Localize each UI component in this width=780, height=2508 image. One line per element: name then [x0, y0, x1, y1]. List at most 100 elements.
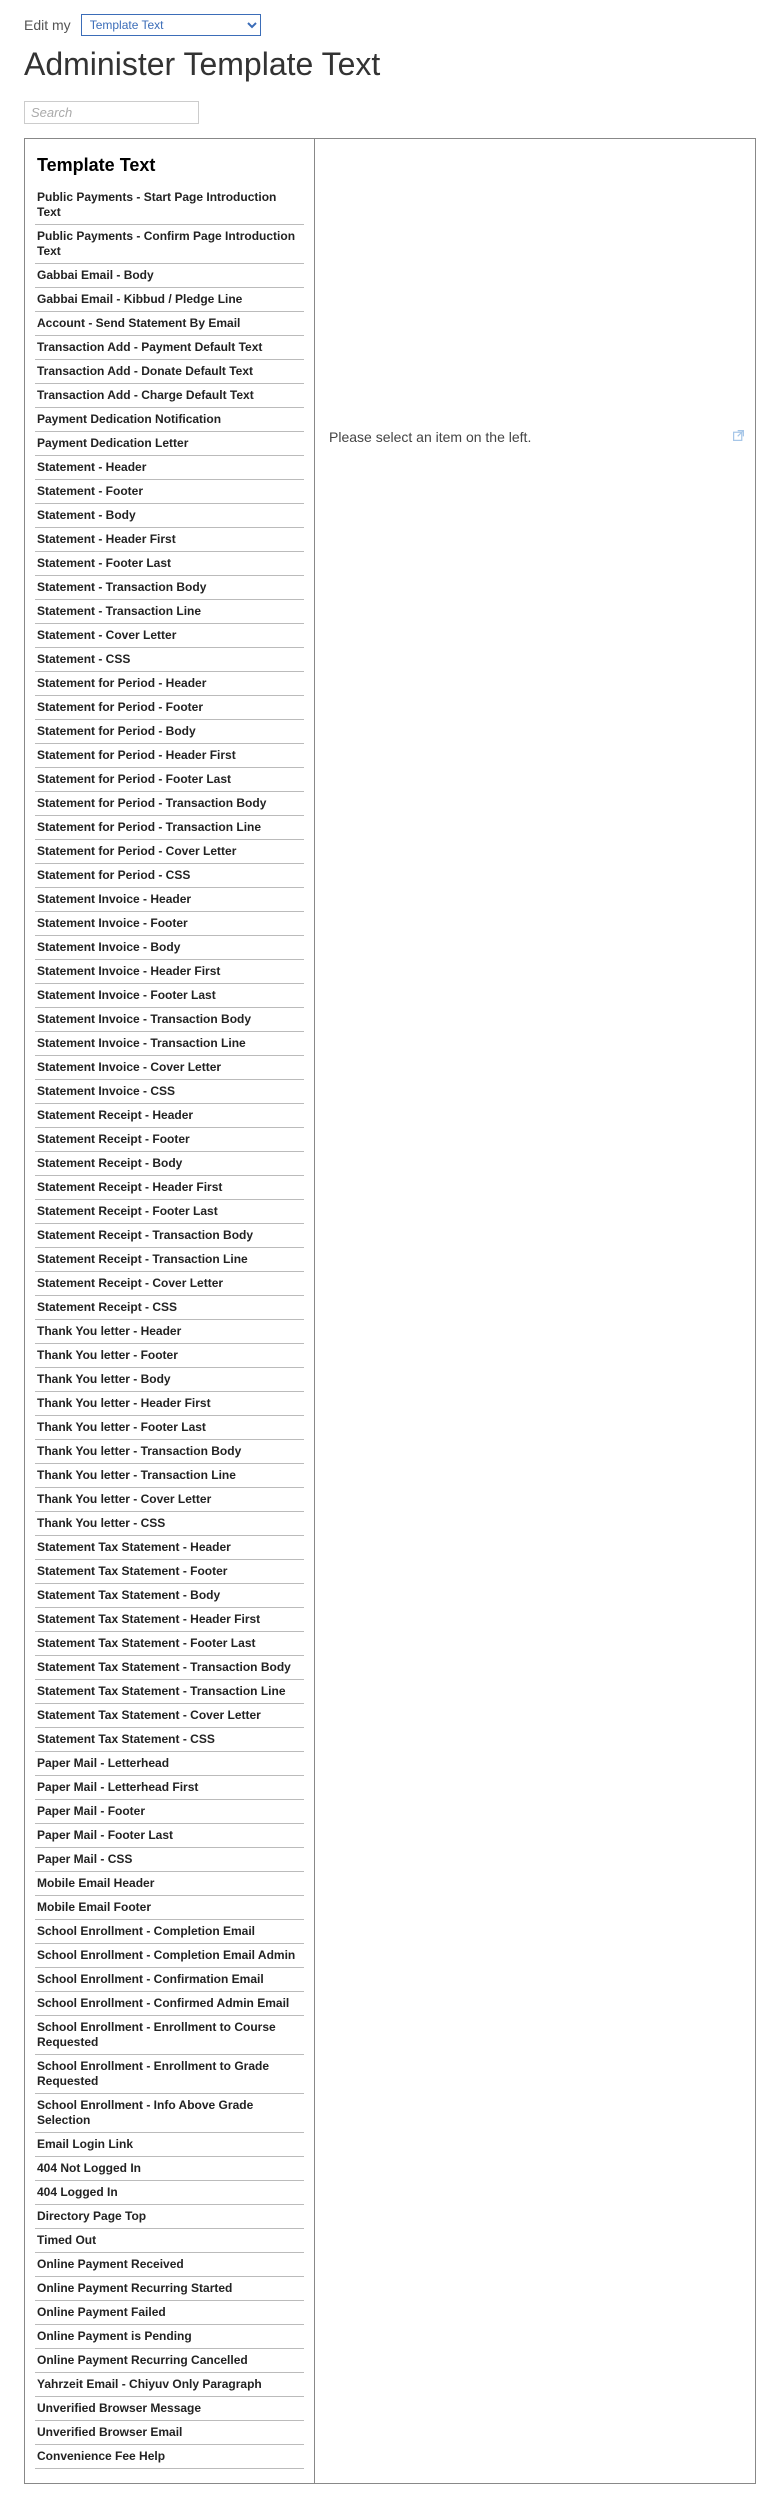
list-item[interactable]: Statement Tax Statement - Transaction Li…: [35, 1680, 304, 1704]
list-item[interactable]: Statement for Period - Transaction Body: [35, 792, 304, 816]
list-item[interactable]: Statement Tax Statement - Footer Last: [35, 1632, 304, 1656]
list-item[interactable]: Gabbai Email - Body: [35, 264, 304, 288]
list-item[interactable]: Statement for Period - Body: [35, 720, 304, 744]
list-item[interactable]: Statement for Period - CSS: [35, 864, 304, 888]
external-link-icon[interactable]: [732, 429, 745, 442]
list-item[interactable]: Transaction Add - Charge Default Text: [35, 384, 304, 408]
topbar-label: Edit my: [24, 17, 71, 33]
list-item[interactable]: Thank You letter - Transaction Body: [35, 1440, 304, 1464]
edit-my-dropdown[interactable]: Template Text: [81, 14, 261, 36]
list-item[interactable]: Mobile Email Footer: [35, 1896, 304, 1920]
list-item[interactable]: Online Payment Received: [35, 2253, 304, 2277]
list-item[interactable]: Public Payments - Confirm Page Introduct…: [35, 225, 304, 264]
list-item[interactable]: Account - Send Statement By Email: [35, 312, 304, 336]
list-item[interactable]: Email Login Link: [35, 2133, 304, 2157]
list-item[interactable]: Paper Mail - Footer: [35, 1800, 304, 1824]
list-item[interactable]: Public Payments - Start Page Introductio…: [35, 186, 304, 225]
list-item[interactable]: Thank You letter - Footer Last: [35, 1416, 304, 1440]
search-input[interactable]: [24, 101, 199, 124]
list-item[interactable]: Statement Receipt - Transaction Body: [35, 1224, 304, 1248]
list-item[interactable]: Statement for Period - Header: [35, 672, 304, 696]
list-item[interactable]: Thank You letter - Transaction Line: [35, 1464, 304, 1488]
list-item[interactable]: Statement Invoice - CSS: [35, 1080, 304, 1104]
list-item[interactable]: Thank You letter - Cover Letter: [35, 1488, 304, 1512]
list-item[interactable]: 404 Logged In: [35, 2181, 304, 2205]
list-item[interactable]: Statement Tax Statement - Header First: [35, 1608, 304, 1632]
list-item[interactable]: Statement - Header First: [35, 528, 304, 552]
list-item[interactable]: Statement Invoice - Cover Letter: [35, 1056, 304, 1080]
list-item[interactable]: Statement Receipt - Header First: [35, 1176, 304, 1200]
list-item[interactable]: Unverified Browser Message: [35, 2397, 304, 2421]
panel-container: Template Text Public Payments - Start Pa…: [24, 138, 756, 2484]
list-item[interactable]: Statement - Transaction Body: [35, 576, 304, 600]
list-item[interactable]: Paper Mail - Letterhead: [35, 1752, 304, 1776]
list-item[interactable]: School Enrollment - Confirmation Email: [35, 1968, 304, 1992]
list-item[interactable]: Thank You letter - Header First: [35, 1392, 304, 1416]
list-item[interactable]: Transaction Add - Payment Default Text: [35, 336, 304, 360]
page-root: Edit my Template Text Administer Templat…: [0, 0, 780, 2508]
list-item[interactable]: Yahrzeit Email - Chiyuv Only Paragraph: [35, 2373, 304, 2397]
list-item[interactable]: School Enrollment - Enrollment to Course…: [35, 2016, 304, 2055]
list-item[interactable]: School Enrollment - Completion Email Adm…: [35, 1944, 304, 1968]
list-item[interactable]: 404 Not Logged In: [35, 2157, 304, 2181]
list-item[interactable]: Statement Tax Statement - Cover Letter: [35, 1704, 304, 1728]
list-item[interactable]: Online Payment is Pending: [35, 2325, 304, 2349]
list-item[interactable]: Statement Receipt - Cover Letter: [35, 1272, 304, 1296]
list-item[interactable]: Statement Invoice - Footer Last: [35, 984, 304, 1008]
list-item[interactable]: Statement Invoice - Header: [35, 888, 304, 912]
list-item[interactable]: Statement Invoice - Transaction Body: [35, 1008, 304, 1032]
list-item[interactable]: Transaction Add - Donate Default Text: [35, 360, 304, 384]
list-item[interactable]: School Enrollment - Completion Email: [35, 1920, 304, 1944]
list-item[interactable]: Statement Receipt - Body: [35, 1152, 304, 1176]
list-item[interactable]: Statement - Header: [35, 456, 304, 480]
list-item[interactable]: Statement Tax Statement - Header: [35, 1536, 304, 1560]
list-item[interactable]: School Enrollment - Enrollment to Grade …: [35, 2055, 304, 2094]
list-item[interactable]: Payment Dedication Letter: [35, 432, 304, 456]
list-item[interactable]: School Enrollment - Info Above Grade Sel…: [35, 2094, 304, 2133]
list-item[interactable]: Statement Tax Statement - CSS: [35, 1728, 304, 1752]
list-item[interactable]: Statement for Period - Footer Last: [35, 768, 304, 792]
list-item[interactable]: Payment Dedication Notification: [35, 408, 304, 432]
list-item[interactable]: Statement for Period - Cover Letter: [35, 840, 304, 864]
list-item[interactable]: Statement Tax Statement - Footer: [35, 1560, 304, 1584]
list-item[interactable]: Timed Out: [35, 2229, 304, 2253]
list-item[interactable]: Thank You letter - CSS: [35, 1512, 304, 1536]
list-item[interactable]: Online Payment Recurring Cancelled: [35, 2349, 304, 2373]
page-title: Administer Template Text: [24, 46, 756, 83]
list-item[interactable]: Statement Tax Statement - Transaction Bo…: [35, 1656, 304, 1680]
list-item[interactable]: Statement Invoice - Body: [35, 936, 304, 960]
list-item[interactable]: Statement - Transaction Line: [35, 600, 304, 624]
list-item[interactable]: Statement Invoice - Header First: [35, 960, 304, 984]
list-item[interactable]: Statement - CSS: [35, 648, 304, 672]
list-item[interactable]: Statement - Footer Last: [35, 552, 304, 576]
list-item[interactable]: Statement Receipt - Footer Last: [35, 1200, 304, 1224]
list-item[interactable]: Online Payment Recurring Started: [35, 2277, 304, 2301]
list-item[interactable]: Statement Invoice - Transaction Line: [35, 1032, 304, 1056]
list-item[interactable]: Unverified Browser Email: [35, 2421, 304, 2445]
list-item[interactable]: School Enrollment - Confirmed Admin Emai…: [35, 1992, 304, 2016]
list-item[interactable]: Statement Invoice - Footer: [35, 912, 304, 936]
list-item[interactable]: Convenience Fee Help: [35, 2445, 304, 2469]
list-item[interactable]: Statement Tax Statement - Body: [35, 1584, 304, 1608]
list-item[interactable]: Statement - Cover Letter: [35, 624, 304, 648]
list-item[interactable]: Statement Receipt - Header: [35, 1104, 304, 1128]
list-item[interactable]: Paper Mail - Footer Last: [35, 1824, 304, 1848]
list-item[interactable]: Statement - Footer: [35, 480, 304, 504]
list-item[interactable]: Statement for Period - Transaction Line: [35, 816, 304, 840]
list-item[interactable]: Statement Receipt - Footer: [35, 1128, 304, 1152]
list-item[interactable]: Paper Mail - Letterhead First: [35, 1776, 304, 1800]
list-item[interactable]: Thank You letter - Footer: [35, 1344, 304, 1368]
list-item[interactable]: Gabbai Email - Kibbud / Pledge Line: [35, 288, 304, 312]
list-item[interactable]: Statement Receipt - CSS: [35, 1296, 304, 1320]
list-item[interactable]: Thank You letter - Body: [35, 1368, 304, 1392]
list-item[interactable]: Paper Mail - CSS: [35, 1848, 304, 1872]
list-item[interactable]: Directory Page Top: [35, 2205, 304, 2229]
list-item[interactable]: Thank You letter - Header: [35, 1320, 304, 1344]
list-item[interactable]: Mobile Email Header: [35, 1872, 304, 1896]
list-item[interactable]: Statement for Period - Footer: [35, 696, 304, 720]
list-item[interactable]: Statement Receipt - Transaction Line: [35, 1248, 304, 1272]
list-item[interactable]: Online Payment Failed: [35, 2301, 304, 2325]
left-panel-heading: Template Text: [37, 155, 304, 176]
list-item[interactable]: Statement - Body: [35, 504, 304, 528]
list-item[interactable]: Statement for Period - Header First: [35, 744, 304, 768]
